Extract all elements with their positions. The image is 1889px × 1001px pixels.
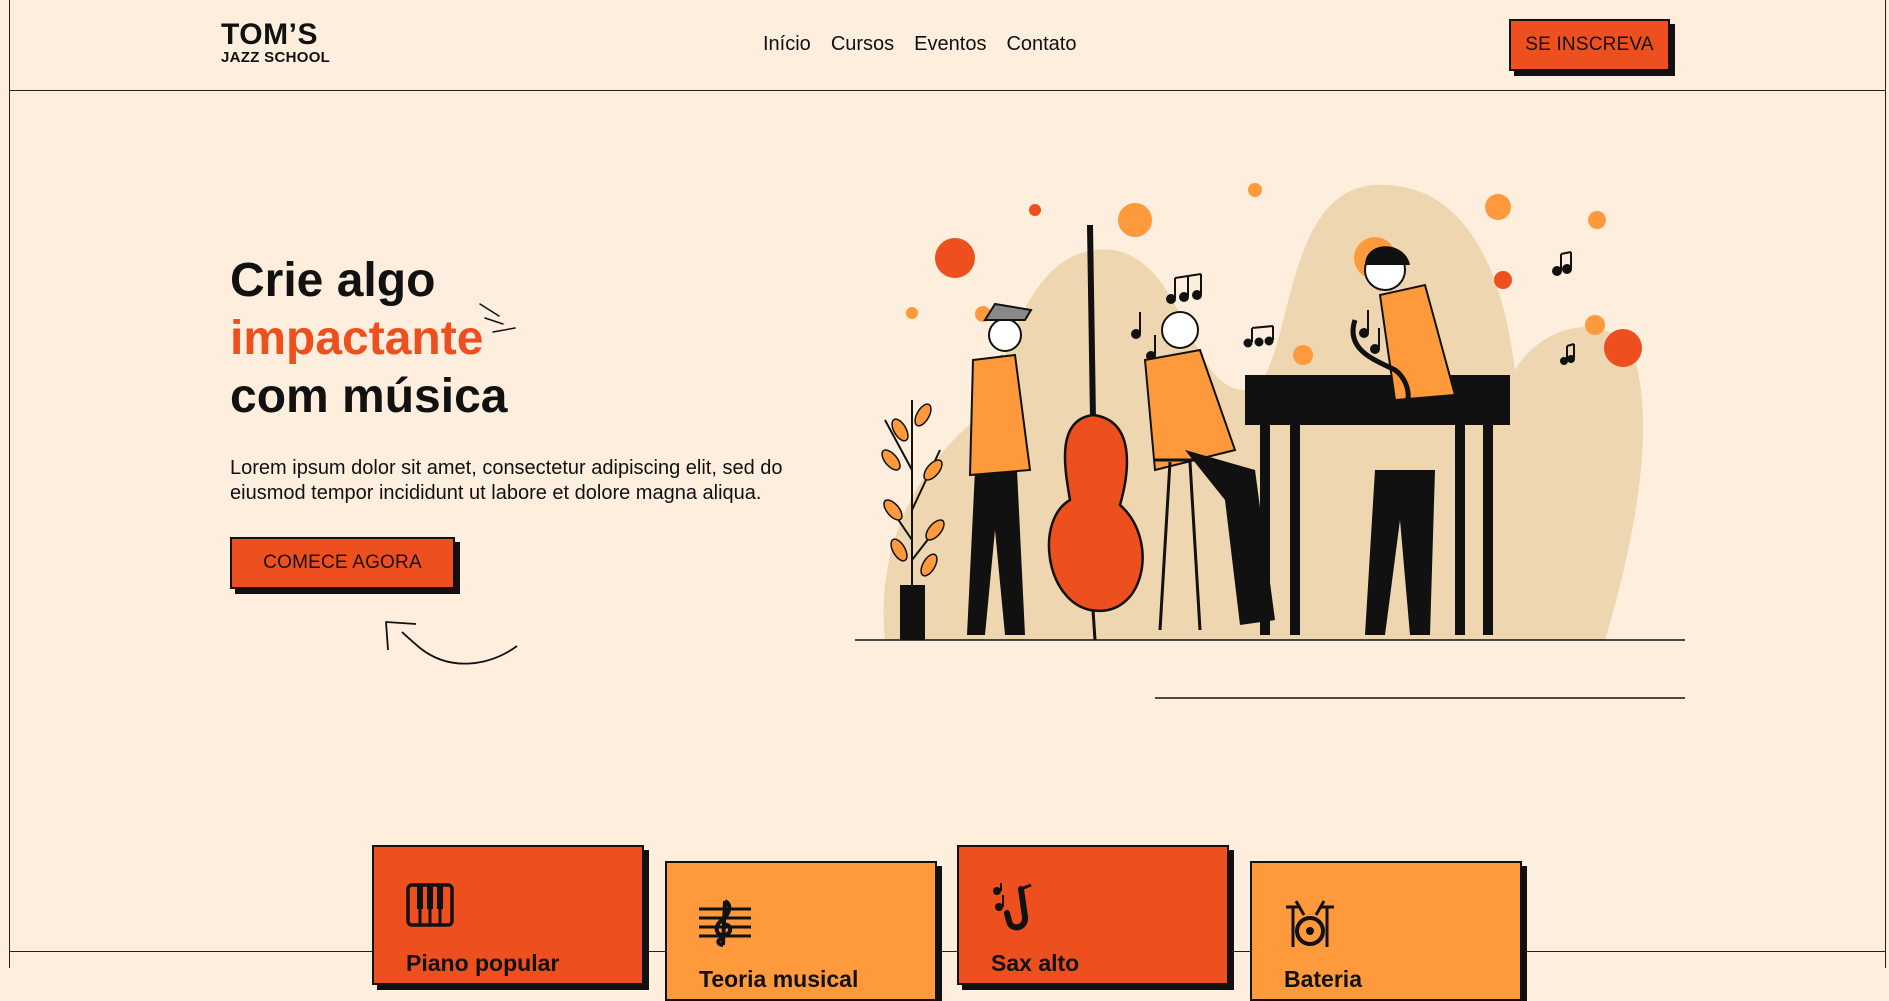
hero-title-line-1: Crie algo xyxy=(230,254,436,307)
nav-item-inicio[interactable]: Início xyxy=(763,33,811,56)
sparkle-lines-icon xyxy=(479,303,516,333)
hero-title: Crie algo impactante com música xyxy=(230,252,507,426)
course-card-sax[interactable]: Sax alto xyxy=(957,845,1229,985)
section-divider xyxy=(10,951,1885,952)
start-now-button[interactable]: COMECE AGORA xyxy=(230,537,455,589)
course-card-drums[interactable]: Bateria xyxy=(1250,861,1522,1001)
signup-button[interactable]: SE INSCREVA xyxy=(1509,19,1670,71)
course-card-piano[interactable]: Piano popular xyxy=(372,845,644,985)
piano-keys-icon xyxy=(406,883,454,927)
main-nav: Início Cursos Eventos Contato xyxy=(763,33,1077,56)
course-card-theory[interactable]: Teoria musical xyxy=(665,861,937,1001)
hero-title-line-3: com música xyxy=(230,370,508,423)
course-title: Piano popular xyxy=(406,950,560,976)
logo-title: TOM’S xyxy=(221,18,318,51)
nav-item-eventos[interactable]: Eventos xyxy=(914,33,986,56)
course-title: Teoria musical xyxy=(699,966,859,992)
logo-subtitle: JAZZ SCHOOL xyxy=(221,49,331,66)
jazz-band-illustration xyxy=(855,183,1685,699)
hero-title-highlight: impactante xyxy=(230,312,484,365)
treble-clef-icon xyxy=(699,899,751,947)
hero-description: Lorem ipsum dolor sit amet, consectetur … xyxy=(230,457,783,504)
course-title: Sax alto xyxy=(991,950,1080,976)
nav-item-cursos[interactable]: Cursos xyxy=(831,33,894,56)
drum-kit-icon xyxy=(1286,900,1334,947)
nav-item-contato[interactable]: Contato xyxy=(1006,33,1076,56)
course-title: Bateria xyxy=(1284,966,1362,992)
saxophone-icon xyxy=(993,883,1032,931)
logo[interactable]: TOM’S JAZZ SCHOOL xyxy=(221,20,330,66)
curved-arrow-icon xyxy=(385,621,518,665)
